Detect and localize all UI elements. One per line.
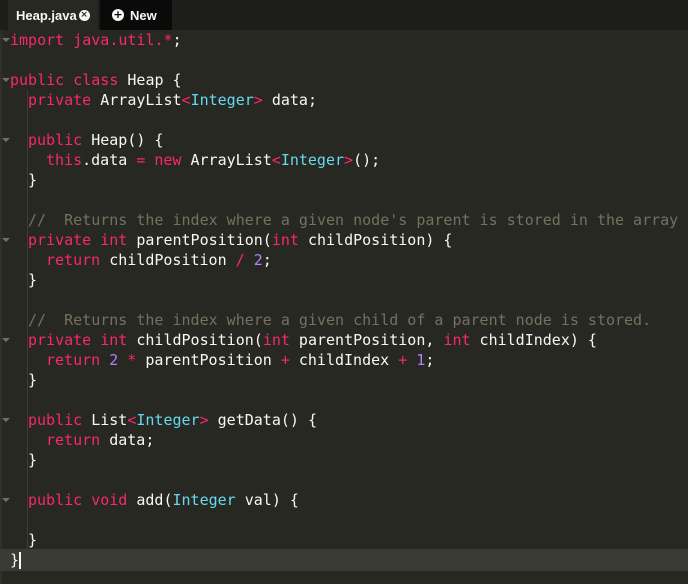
- fold-marker-icon[interactable]: [2, 238, 10, 242]
- fold-marker-icon[interactable]: [2, 418, 10, 422]
- code-line-3: public class Heap {: [10, 71, 182, 89]
- text-cursor: [19, 552, 22, 569]
- code-comment-2: // Returns the index where a given child…: [28, 311, 652, 329]
- fold-marker-icon[interactable]: [2, 498, 10, 502]
- code-comment-1: // Returns the index where a given node'…: [28, 211, 679, 229]
- code-line-4: private ArrayList<Integer> data;: [28, 91, 317, 109]
- code-line-18: }: [28, 371, 38, 389]
- code-line-11: private int parentPosition(int childPosi…: [28, 231, 453, 249]
- code-line-13: }: [28, 271, 38, 289]
- new-tab-button[interactable]: + New: [100, 0, 172, 30]
- code-line-8: }: [28, 171, 38, 189]
- code-line-21: return data;: [46, 431, 155, 449]
- code-line-1: import java.util.*;: [10, 31, 182, 49]
- code-line-7: this.data = new ArrayList<Integer>();: [46, 151, 381, 169]
- tab-bar: Heap.java × + New: [0, 0, 688, 30]
- code-line-20: public List<Integer> getData() {: [28, 411, 317, 429]
- code-line-17: return 2 * parentPosition + childIndex +…: [46, 351, 435, 369]
- code-line-22: }: [28, 451, 38, 469]
- fold-marker-icon[interactable]: [2, 338, 10, 342]
- fold-marker-icon[interactable]: [2, 78, 10, 82]
- code-editor[interactable]: import java.util.*; public class Heap { …: [0, 30, 688, 584]
- plus-icon: +: [112, 8, 124, 21]
- tab-label: Heap.java: [16, 7, 77, 23]
- new-tab-label: New: [130, 7, 157, 23]
- code-line-12: return childPosition / 2;: [46, 251, 272, 269]
- current-line-highlight: [0, 549, 688, 571]
- code-line-6: public Heap() {: [28, 131, 164, 149]
- tab-heap-java[interactable]: Heap.java ×: [8, 0, 98, 30]
- fold-marker-icon[interactable]: [2, 38, 10, 42]
- code-line-16: private int childPosition(int parentPosi…: [28, 331, 597, 349]
- code-line-26: }: [28, 531, 38, 549]
- code-line-24: public void add(Integer val) {: [28, 491, 299, 509]
- fold-marker-icon[interactable]: [2, 138, 10, 142]
- code-line-27: }: [10, 551, 22, 569]
- close-icon[interactable]: ×: [78, 9, 90, 21]
